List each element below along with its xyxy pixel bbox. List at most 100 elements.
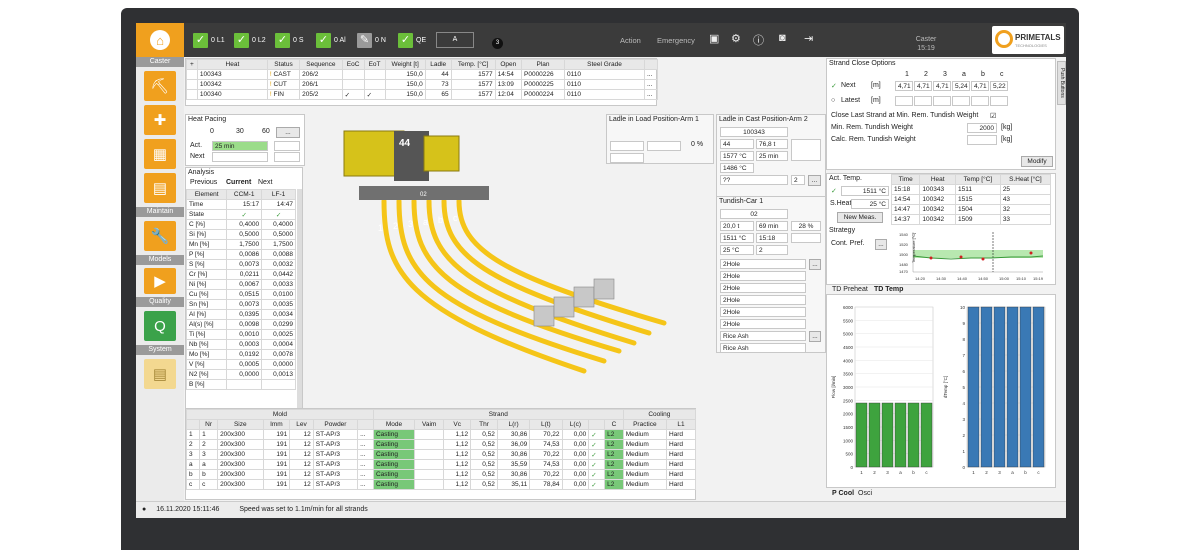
new-meas-button[interactable]: New Meas.: [837, 212, 883, 223]
unit-label: [kg]: [1001, 124, 1013, 131]
next-value-field[interactable]: 4,71: [933, 81, 951, 91]
heat-pacing-more-button[interactable]: ...: [276, 127, 300, 138]
col-header: L1: [665, 419, 697, 430]
app-screen: ⌂ ✓ 0 L1 ✓ 0 L2 ✓ 0 S ✓ 0 Al ✎ 0 N ✓ QE A 3 Ac…: [136, 23, 1066, 518]
table-row[interactable]: c c 200x300 191 12 ST-AP/3... Casting 1,12 0,52 3…: [185, 479, 697, 490]
check-al[interactable]: ✓ 0 Al: [316, 32, 346, 48]
check-l1[interactable]: ✓ 0 L1: [193, 32, 225, 48]
close-last-strand-checkbox[interactable]: ☑: [990, 112, 996, 120]
latest-field[interactable]: [990, 96, 1008, 106]
tundish-more-button[interactable]: ...: [809, 259, 821, 270]
row-menu-button[interactable]: ...: [357, 429, 374, 440]
table-row[interactable]: 15:18 100343 1511 25: [890, 184, 1052, 195]
latest-field[interactable]: [895, 96, 913, 106]
next-value-field[interactable]: 4,71: [914, 81, 932, 91]
cell: Al [%]: [186, 309, 228, 320]
cell: [341, 69, 365, 80]
tab-current[interactable]: Current: [226, 179, 251, 186]
check-l2[interactable]: ✓ 0 L2: [234, 32, 266, 48]
ladle-cast-more-button[interactable]: ...: [808, 175, 821, 186]
latest-radio[interactable]: ○: [831, 97, 835, 104]
tab-td-temp[interactable]: TD Temp: [874, 286, 903, 293]
cell: 0,0000: [226, 369, 263, 380]
table-row[interactable]: 14:54 100342 1515 43: [890, 194, 1052, 205]
tundish-more-button[interactable]: ...: [809, 331, 821, 342]
home-button[interactable]: ⌂: [136, 23, 184, 57]
table-row[interactable]: 14:37 100342 1509 33: [890, 214, 1052, 225]
next-value-field[interactable]: 4,71: [895, 81, 913, 91]
next-option[interactable]: Next: [841, 82, 855, 89]
analysis-scrollbar[interactable]: [297, 189, 302, 409]
row-menu-button[interactable]: ...: [643, 69, 659, 80]
sidebar-models-button[interactable]: ▶: [144, 268, 176, 294]
heats-add-button[interactable]: +: [186, 59, 198, 70]
min-rem-field[interactable]: 2000: [967, 123, 997, 133]
cell: [413, 449, 445, 460]
check-qe[interactable]: ✓ QE: [398, 32, 426, 48]
table-row[interactable]: 100340 ! FIN 205/2 ✓ ✓ 150,0 65 1577 12:…: [186, 89, 659, 100]
info-icon[interactable]: ⓘ: [753, 32, 764, 48]
layout-icon[interactable]: ▣: [709, 32, 719, 45]
sidebar-report-button[interactable]: ▤: [144, 173, 176, 203]
cell: 1,12: [443, 469, 472, 480]
table-row[interactable]: 3 3 200x300 191 12 ST-AP/3... Casting 1,12 0,52 3…: [185, 449, 697, 460]
latest-option[interactable]: Latest: [841, 97, 860, 104]
tab-previous[interactable]: Previous: [190, 179, 217, 186]
sidebar-system-button[interactable]: ▤: [144, 359, 176, 389]
strategy-more-button[interactable]: ...: [875, 239, 887, 250]
cell: L2: [604, 439, 624, 450]
latest-field[interactable]: [971, 96, 989, 106]
table-row[interactable]: 100342 ! CUT 206/1 150,0 73 1577 13:09 P…: [186, 79, 659, 90]
strand-label: 1: [378, 223, 383, 233]
logout-icon[interactable]: ⇥: [804, 32, 813, 45]
action-menu[interactable]: Action: [620, 36, 641, 45]
sidebar-header-models: Models: [136, 255, 184, 265]
push-buttons-tab[interactable]: Push Buttons: [1057, 61, 1066, 105]
tab-osci[interactable]: Osci: [858, 490, 872, 497]
sidebar-quality-button[interactable]: Q: [144, 311, 176, 341]
latest-field[interactable]: [933, 96, 951, 106]
latest-field[interactable]: [914, 96, 932, 106]
notification-badge[interactable]: 3: [492, 38, 503, 49]
qe-input[interactable]: A: [436, 32, 474, 48]
next-value-field[interactable]: 5,24: [952, 81, 970, 91]
col-header: Element: [186, 189, 228, 200]
sidebar-mold-button[interactable]: ▦: [144, 139, 176, 169]
cell: [341, 79, 365, 90]
gear-icon[interactable]: ⚙: [731, 32, 741, 45]
table-row[interactable]: a a 200x300 191 12 ST-AP/3... Casting 1,12 0,52 3…: [185, 459, 697, 470]
cell: 0,0033: [261, 279, 296, 290]
check-n[interactable]: ✎ 0 N: [357, 32, 386, 48]
sidebar-tundish-button[interactable]: ✚: [144, 105, 176, 135]
table-row[interactable]: 100343 ! CAST 206/2 150,0 44 1577 14:54 …: [186, 69, 659, 80]
row-menu-button[interactable]: ...: [643, 79, 659, 90]
tab-p-cool[interactable]: P Cool: [832, 490, 854, 497]
tab-next[interactable]: Next: [258, 179, 272, 186]
row-menu-button[interactable]: ...: [357, 459, 374, 470]
x-tick: 15:19: [1033, 276, 1044, 281]
x-tick-label: b: [912, 470, 915, 475]
next-value-field[interactable]: 5,22: [990, 81, 1008, 91]
table-row[interactable]: 1 1 200x300 191 12 ST-AP/3... Casting 1,12 0,52 3…: [185, 429, 697, 440]
table-row[interactable]: 14:47 100342 1504 32: [890, 204, 1052, 215]
row-menu-button[interactable]: ...: [357, 439, 374, 450]
cell: L2: [604, 479, 624, 490]
sidebar-ladle-button[interactable]: ⛏: [144, 71, 176, 101]
next-value-field[interactable]: 4,71: [971, 81, 989, 91]
row-menu-button[interactable]: ...: [643, 89, 659, 100]
col-label: 2: [924, 71, 928, 78]
emergency-menu[interactable]: Emergency: [657, 36, 695, 45]
row-menu-button[interactable]: ...: [357, 469, 374, 480]
sidebar-maintain-button[interactable]: 🔧: [144, 221, 176, 251]
latest-field[interactable]: [952, 96, 970, 106]
row-menu-button[interactable]: ...: [357, 449, 374, 460]
table-row[interactable]: b b 200x300 191 12 ST-AP/3... Casting 1,12 0,52 3…: [185, 469, 697, 480]
tab-td-preheat[interactable]: TD Preheat: [832, 286, 868, 293]
modify-button[interactable]: Modify: [1021, 156, 1053, 167]
check-s[interactable]: ✓ 0 S: [275, 32, 304, 48]
row-menu-button[interactable]: ...: [357, 479, 374, 490]
table-row[interactable]: 2 2 200x300 191 12 ST-AP/3... Casting 1,12 0,52 3…: [185, 439, 697, 450]
camera-icon[interactable]: ◙: [779, 32, 786, 44]
col-header: Steel Grade: [563, 59, 645, 70]
group-header-cooling: Cooling: [622, 409, 697, 420]
